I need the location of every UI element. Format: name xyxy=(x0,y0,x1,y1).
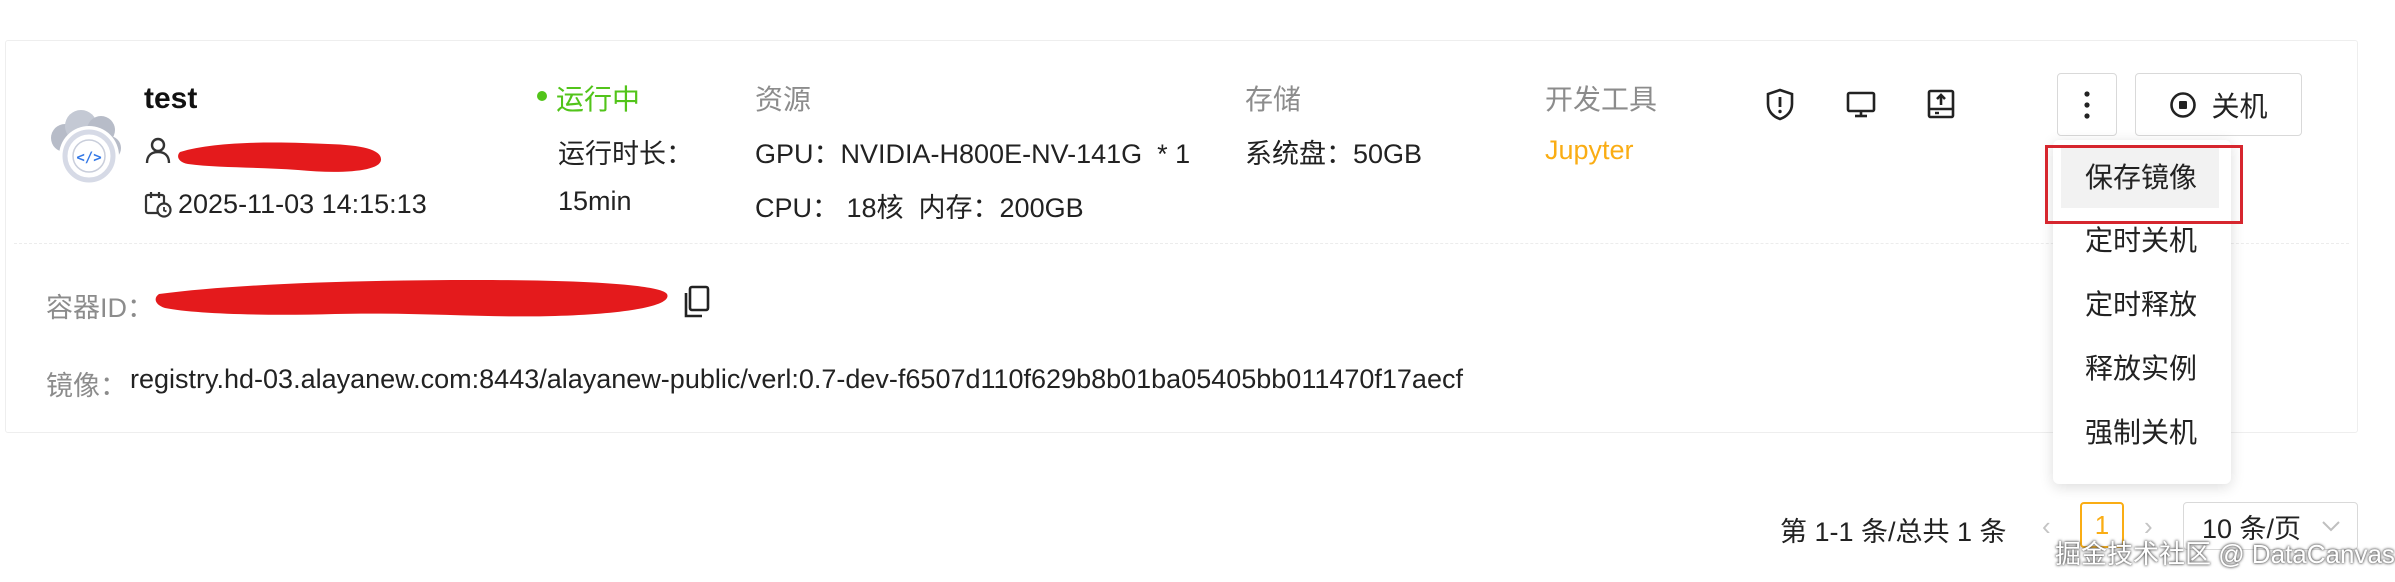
jupyter-link[interactable]: Jupyter xyxy=(1545,135,1634,166)
chevron-down-icon xyxy=(2322,521,2340,532)
user-icon xyxy=(144,136,172,164)
menu-item-scheduled-release[interactable]: 定时释放 xyxy=(2053,275,2231,335)
stop-circle-icon xyxy=(2170,91,2197,118)
dev-tools-label: 开发工具 xyxy=(1545,84,1658,115)
more-actions-button[interactable] xyxy=(2057,73,2117,136)
menu-item-release-instance[interactable]: 释放实例 xyxy=(2053,339,2231,399)
highlight-outline xyxy=(2045,145,2243,224)
runtime-label: 运行时长： xyxy=(558,139,693,169)
runtime-value: 15min xyxy=(558,186,632,216)
instance-avatar-icon: </> xyxy=(45,106,129,190)
storage-label: 存储 xyxy=(1245,84,1302,115)
copy-icon[interactable] xyxy=(680,284,714,320)
image-label: 镜像： xyxy=(46,371,127,401)
status-dot xyxy=(537,91,547,101)
svg-text:</>: </> xyxy=(76,150,101,166)
menu-item-force-shutdown[interactable]: 强制关机 xyxy=(2053,403,2231,463)
power-off-label: 关机 xyxy=(2211,90,2268,122)
monitor-icon[interactable] xyxy=(1843,86,1879,122)
pagination-summary: 第 1-1 条/总共 1 条 xyxy=(1780,517,2007,547)
resources-label: 资源 xyxy=(755,84,812,115)
more-vertical-icon xyxy=(2084,90,2090,119)
watermark: 掘金技术社区 @ DataCanvas xyxy=(2055,539,2395,569)
gpu-spec: GPU：NVIDIA-H800E-NV-141G * 1 xyxy=(755,139,1191,169)
shield-icon[interactable] xyxy=(1762,86,1798,122)
owner-redaction xyxy=(178,134,384,178)
container-id-redaction xyxy=(155,272,670,328)
save-disk-icon[interactable] xyxy=(1923,86,1959,122)
status-badge: 运行中 xyxy=(556,84,641,115)
power-off-button[interactable]: 关机 xyxy=(2135,73,2302,136)
chevron-left-icon[interactable]: ‹ xyxy=(2042,511,2051,542)
container-id-label: 容器ID： xyxy=(46,293,154,323)
image-value: registry.hd-03.alayanew.com:8443/alayane… xyxy=(130,364,1463,394)
system-disk-value: 系统盘：50GB xyxy=(1245,139,1423,169)
instance-name: test xyxy=(144,82,198,115)
created-time: 2025-11-03 14:15:13 xyxy=(178,189,427,219)
card-divider xyxy=(14,243,2349,244)
calendar-clock-icon xyxy=(144,190,172,218)
cpu-memory-spec: CPU： 18核 内存：200GB xyxy=(755,193,1084,223)
